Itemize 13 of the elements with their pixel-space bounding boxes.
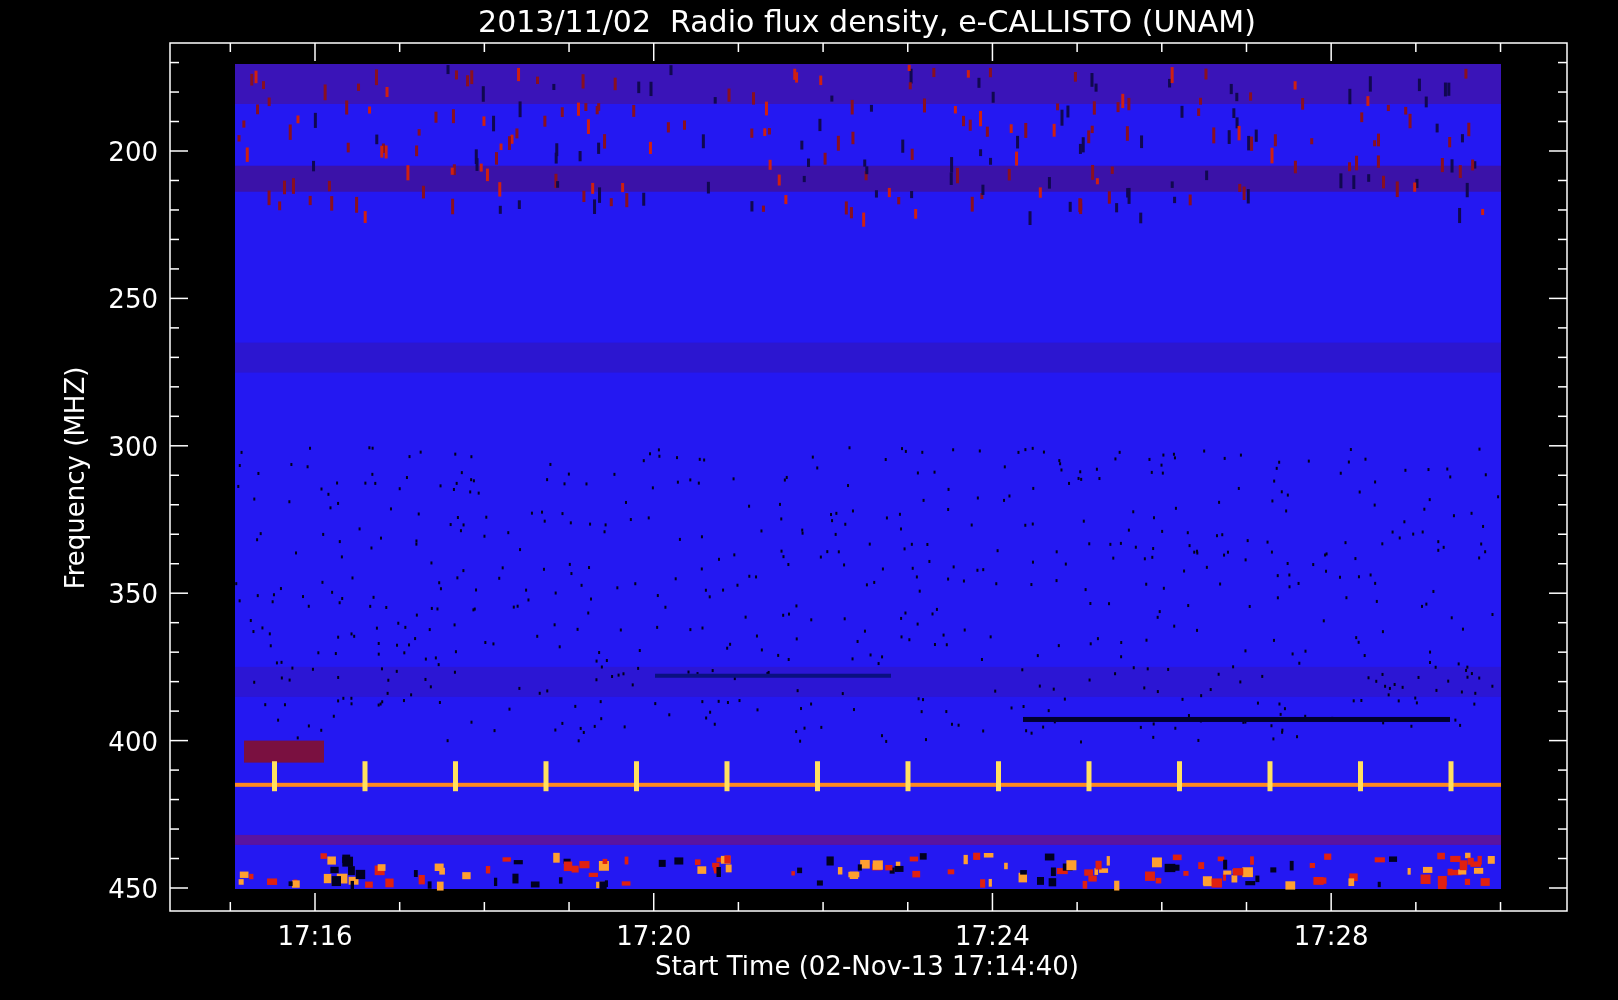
y-tick-label: 250 [108,284,158,315]
x-axis-label: Start Time (02-Nov-13 17:14:40) [655,951,1079,981]
y-tick-label: 300 [108,431,158,462]
y-tick-label: 400 [108,726,158,757]
y-tick-label: 200 [108,137,158,167]
x-tick-label: 17:28 [1293,921,1369,951]
chart-title: 2013/11/02 Radio flux density, e-CALLISTO (UNAM) [478,4,1256,39]
x-tick-label: 17:16 [277,921,353,951]
y-tick-label: 450 [108,874,158,904]
y-axis-label: Frequency (MHZ) [60,366,90,590]
x-tick-label: 17:20 [616,921,692,951]
y-tick-label: 350 [108,579,158,610]
x-tick-label: 17:24 [954,921,1030,951]
